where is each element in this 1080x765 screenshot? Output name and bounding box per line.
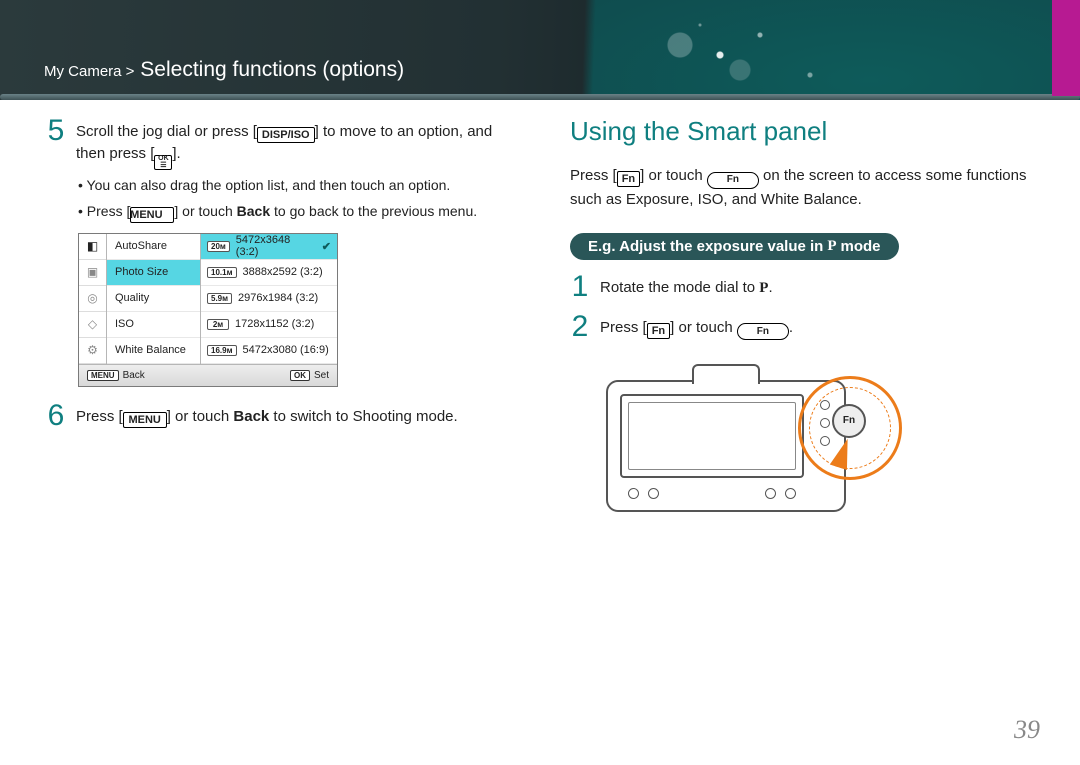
- menu-icon: MENU: [123, 412, 167, 428]
- header-accent: [1052, 0, 1080, 96]
- example-pill: E.g. Adjust the exposure value in P mode: [570, 233, 899, 260]
- check-icon: ✔: [322, 240, 331, 253]
- step-sub: Press [MENU] or touch Back to go back to…: [76, 200, 522, 223]
- menu-footer: MENUBack OKSet: [79, 364, 337, 386]
- step-number: 1: [570, 272, 590, 302]
- menu-item: ISO: [107, 312, 200, 338]
- menu-option: 2м1728x1152 (3:2): [201, 312, 337, 338]
- ok-icon: OK☰: [154, 155, 172, 170]
- step-body: Rotate the mode dial to P.: [600, 272, 773, 302]
- fn-button-illus: Fn: [832, 404, 866, 438]
- menu-key-icon: MENU: [87, 370, 119, 381]
- menu-option: 16.9м5472x3080 (16:9): [201, 338, 337, 364]
- right-column: Using the Smart panel Press [Fn] or touc…: [570, 116, 1046, 527]
- menu-option: 10.1м3888x2592 (3:2): [201, 260, 337, 286]
- step-1: 1 Rotate the mode dial to P.: [570, 272, 1046, 302]
- breadcrumb: My Camera > Selecting functions (options…: [44, 58, 404, 82]
- step-sub: You can also drag the option list, and t…: [76, 174, 522, 196]
- menu-item: Photo Size: [107, 260, 200, 286]
- tab-icon: ◎: [79, 286, 106, 312]
- step-body: Press [MENU] or touch Back to switch to …: [76, 401, 458, 431]
- page-number: 39: [1014, 715, 1040, 745]
- section-heading: Using the Smart panel: [570, 116, 1046, 147]
- step-2: 2 Press [Fn] or touch Fn.: [570, 312, 1046, 342]
- fn-icon: Fn: [647, 323, 670, 339]
- camera-illustration: Fn: [600, 352, 890, 527]
- gear-tab-icon: ⚙: [79, 338, 106, 364]
- step-number: 6: [46, 401, 66, 431]
- menu-item: Quality: [107, 286, 200, 312]
- menu-icon: MENU: [130, 207, 174, 223]
- menu-option: 20м5472x3648 (3:2)✔: [201, 234, 337, 260]
- camera-screen: [620, 394, 804, 478]
- step-5: 5 Scroll the jog dial or press [DISP/ISO…: [46, 116, 522, 223]
- step-number: 5: [46, 116, 66, 223]
- tab-icon: ▣: [79, 260, 106, 286]
- step-body: Press [Fn] or touch Fn.: [600, 312, 793, 342]
- camera-button-row: [622, 488, 802, 502]
- camera-menu-screenshot: ◧ ▣ ◎ ◇ ⚙ AutoShare Photo Size Quality I…: [78, 233, 338, 387]
- left-column: 5 Scroll the jog dial or press [DISP/ISO…: [46, 116, 522, 527]
- menu-category-list: AutoShare Photo Size Quality ISO White B…: [107, 234, 201, 364]
- menu-option: 5.9м2976x1984 (3:2): [201, 286, 337, 312]
- step-6: 6 Press [MENU] or touch Back to switch t…: [46, 401, 522, 431]
- mode-p-icon: P: [827, 238, 836, 255]
- breadcrumb-title: Selecting functions (options): [140, 58, 404, 81]
- breadcrumb-root: My Camera >: [44, 63, 134, 80]
- header-decor: [0, 0, 1080, 100]
- ok-key-icon: OK: [290, 370, 310, 381]
- tab-icon: ◇: [79, 312, 106, 338]
- fn-pill-icon: Fn: [737, 323, 789, 340]
- step-number: 2: [570, 312, 590, 342]
- camera-tab-icon: ◧: [79, 234, 106, 260]
- step-body: Scroll the jog dial or press [DISP/ISO] …: [76, 116, 522, 223]
- menu-tab-strip: ◧ ▣ ◎ ◇ ⚙: [79, 234, 107, 364]
- disp-iso-icon: DISP/ISO: [257, 127, 315, 143]
- menu-item: White Balance: [107, 338, 200, 364]
- menu-option-list: 20м5472x3648 (3:2)✔ 10.1м3888x2592 (3:2)…: [201, 234, 337, 364]
- fn-pill-icon: Fn: [707, 172, 759, 189]
- fn-icon: Fn: [617, 171, 640, 187]
- menu-item: AutoShare: [107, 234, 200, 260]
- section-intro: Press [Fn] or touch Fn on the screen to …: [570, 165, 1046, 211]
